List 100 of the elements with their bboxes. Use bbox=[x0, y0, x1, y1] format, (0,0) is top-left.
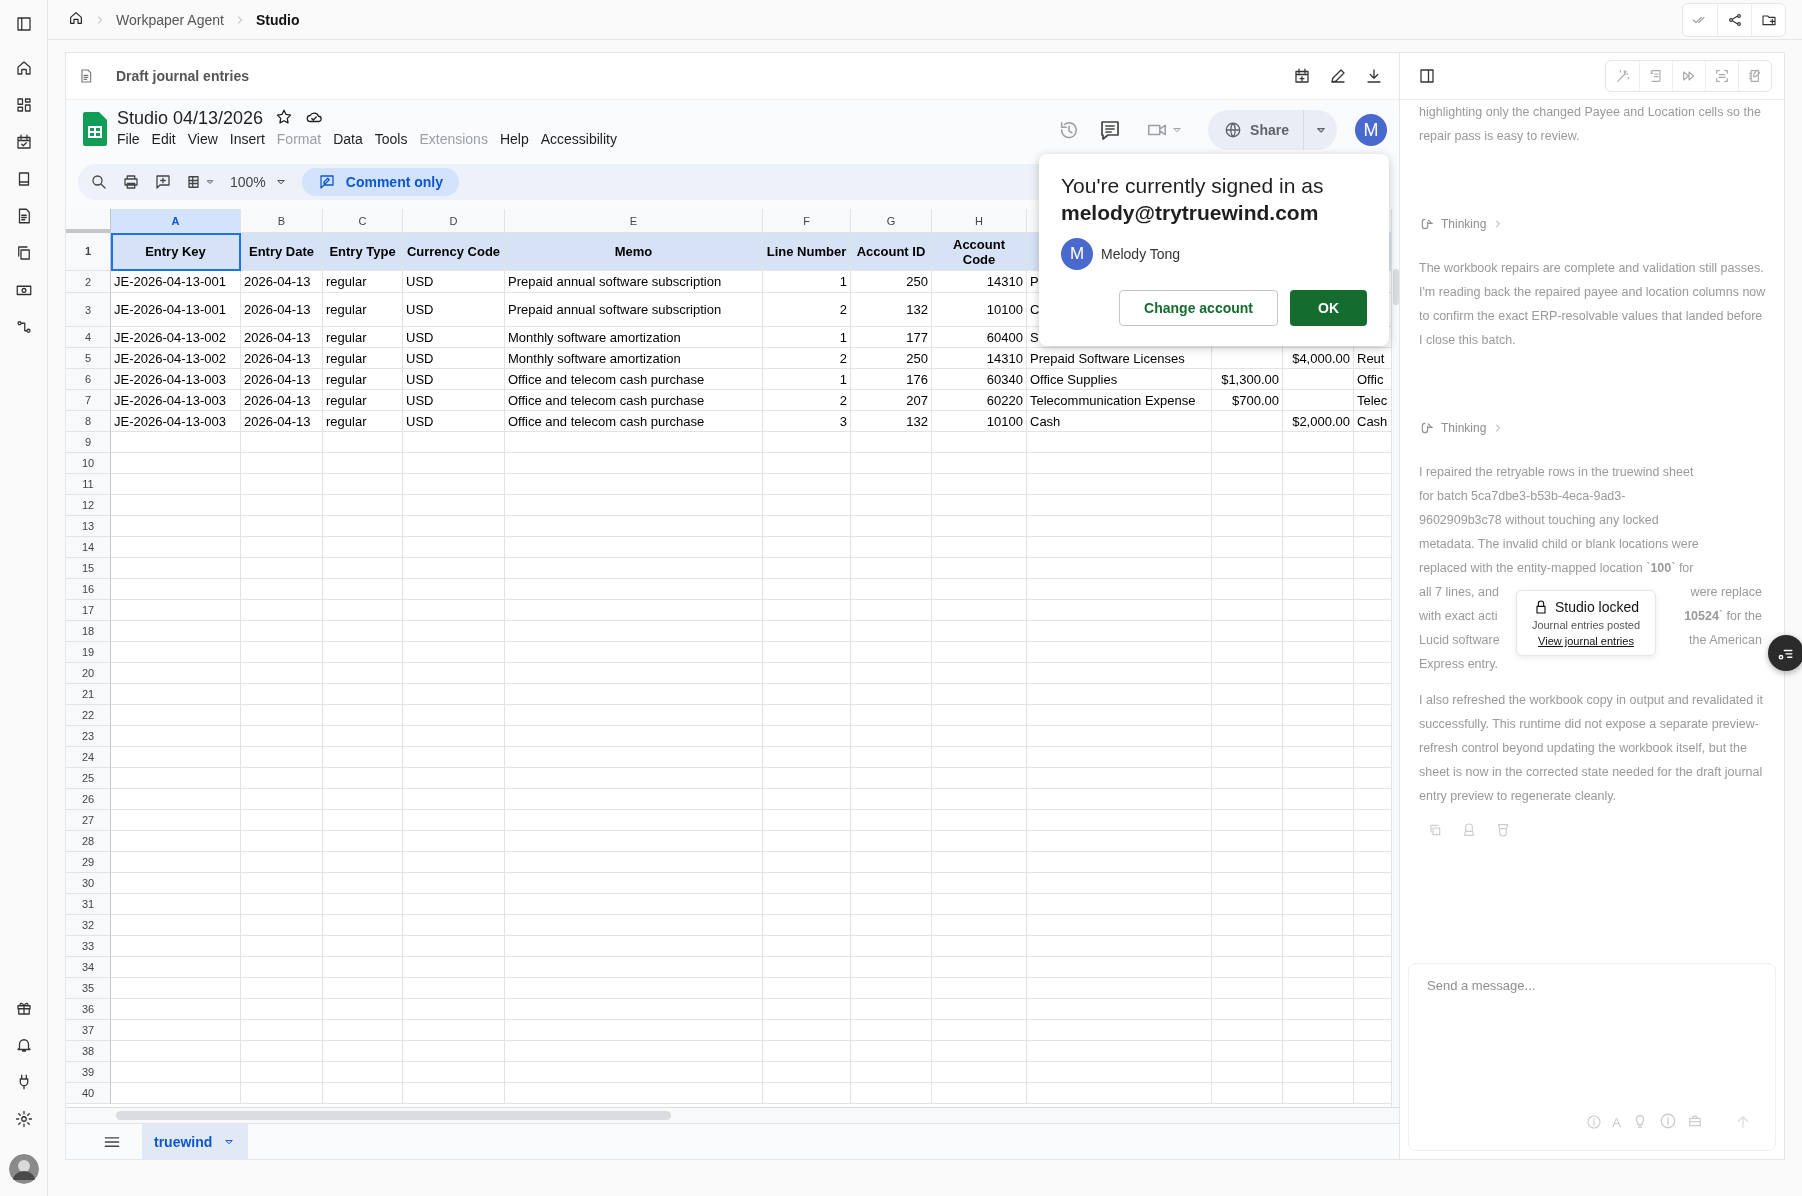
table-cell: 207 bbox=[851, 390, 932, 411]
table-cell bbox=[1212, 663, 1283, 684]
header-cell: Entry Date bbox=[241, 233, 323, 271]
table-cell: regular bbox=[323, 293, 403, 327]
row-number: 8 bbox=[66, 411, 111, 432]
table-cell: Prepaid Software Licenses bbox=[1027, 348, 1212, 369]
spreadsheet-title[interactable]: Studio 04/13/2026 bbox=[117, 108, 264, 129]
row-number: 36 bbox=[66, 999, 111, 1020]
column-header[interactable]: H bbox=[932, 209, 1027, 233]
row-number: 39 bbox=[66, 1062, 111, 1083]
menu-item[interactable]: Data bbox=[327, 129, 369, 149]
row-number: 18 bbox=[66, 621, 111, 642]
chat-message-line: metadata. The invalid child or blank locations were bbox=[1419, 536, 1699, 553]
table-cell: JE-2026-04-13-002 bbox=[111, 348, 241, 369]
chat-message-line: 9602909b3c78 without touching any locked bbox=[1419, 512, 1659, 529]
menu-item[interactable]: Edit bbox=[145, 129, 182, 149]
row-number: 4 bbox=[66, 327, 111, 348]
table-cell: Monthly software amortization bbox=[505, 348, 763, 369]
table-cell bbox=[1212, 1062, 1283, 1083]
table-cell bbox=[1283, 369, 1354, 390]
table-cell bbox=[1212, 810, 1283, 831]
row-number: 21 bbox=[66, 684, 111, 705]
change-account-button[interactable]: Change account bbox=[1119, 290, 1278, 326]
table-format-icon[interactable] bbox=[186, 173, 216, 191]
row-number: 22 bbox=[66, 705, 111, 726]
row-number: 27 bbox=[66, 810, 111, 831]
table-cell bbox=[1283, 579, 1354, 600]
menu-item[interactable]: View bbox=[181, 129, 224, 149]
table-cell bbox=[1212, 1041, 1283, 1062]
table-cell bbox=[1212, 873, 1283, 894]
table-cell bbox=[1212, 600, 1283, 621]
table-cell: 2 bbox=[763, 348, 851, 369]
table-cell bbox=[1283, 810, 1354, 831]
row-number: 10 bbox=[66, 453, 111, 474]
view-journal-entries-link[interactable]: View journal entries bbox=[1538, 635, 1634, 647]
ok-button[interactable]: OK bbox=[1290, 290, 1367, 326]
menu-item[interactable]: Help bbox=[493, 129, 535, 149]
vertical-scrollbar[interactable] bbox=[1391, 209, 1399, 1107]
table-cell bbox=[1283, 537, 1354, 558]
print-icon[interactable] bbox=[122, 173, 140, 191]
table-cell bbox=[1283, 852, 1354, 873]
menu-item[interactable]: Tools bbox=[368, 129, 414, 149]
search-icon[interactable] bbox=[90, 173, 108, 191]
chat-message-line: replaced with the entity-mapped location `100` for bbox=[1419, 560, 1694, 577]
table-cell: 2026-04-13 bbox=[241, 390, 323, 411]
table-cell bbox=[1212, 453, 1283, 474]
zoom-select[interactable]: 100% bbox=[230, 174, 288, 190]
table-cell bbox=[1283, 726, 1354, 747]
row-number: 30 bbox=[66, 873, 111, 894]
menu-item[interactable]: Insert bbox=[223, 129, 271, 149]
column-header[interactable]: B bbox=[241, 209, 323, 233]
chat-message-line: the American bbox=[1689, 632, 1762, 649]
menu-item[interactable]: File bbox=[111, 129, 146, 149]
horizontal-scrollbar[interactable] bbox=[66, 1107, 1399, 1123]
breadcrumb-link[interactable]: Studio bbox=[255, 11, 300, 28]
column-header[interactable]: C bbox=[323, 209, 403, 233]
table-cell: JE-2026-04-13-003 bbox=[111, 369, 241, 390]
table-cell: Cash bbox=[1027, 411, 1212, 432]
account-avatar[interactable]: M bbox=[1355, 114, 1387, 146]
table-cell: JE-2026-04-13-003 bbox=[111, 390, 241, 411]
share-button[interactable]: Share bbox=[1208, 110, 1337, 150]
header-cell: Line Number bbox=[763, 233, 851, 271]
row-number: 34 bbox=[66, 957, 111, 978]
column-header[interactable]: G bbox=[851, 209, 932, 233]
column-header[interactable]: F bbox=[763, 209, 851, 233]
table-cell bbox=[1212, 348, 1283, 369]
table-cell: 2026-04-13 bbox=[241, 348, 323, 369]
table-cell bbox=[1283, 705, 1354, 726]
column-header[interactable]: E bbox=[505, 209, 763, 233]
chat-message-line: Express entry. bbox=[1419, 656, 1498, 673]
column-header[interactable]: D bbox=[403, 209, 505, 233]
corner-cell[interactable] bbox=[66, 209, 111, 233]
table-cell bbox=[1212, 558, 1283, 579]
chat-message-line: for batch 5ca7dbe3-b53b-4eca-9ad3- bbox=[1419, 488, 1626, 505]
table-cell bbox=[1212, 537, 1283, 558]
table-cell bbox=[1283, 873, 1354, 894]
column-header[interactable]: A bbox=[111, 209, 241, 233]
floating-action-button[interactable] bbox=[1768, 635, 1802, 671]
row-number: 37 bbox=[66, 1020, 111, 1041]
table-cell: 2026-04-13 bbox=[241, 271, 323, 293]
table-cell bbox=[1212, 999, 1283, 1020]
mode-button[interactable]: Comment only bbox=[301, 168, 460, 196]
table-cell bbox=[1283, 390, 1354, 411]
user-avatar[interactable] bbox=[8, 1154, 39, 1184]
table-cell: regular bbox=[323, 390, 403, 411]
breadcrumb-link[interactable]: Workpaper Agent bbox=[116, 11, 224, 28]
header-cell: Entry Key bbox=[111, 233, 241, 271]
menu-item[interactable]: Accessibility bbox=[534, 129, 623, 149]
add-comment-icon[interactable] bbox=[154, 173, 172, 191]
row-number: 24 bbox=[66, 747, 111, 768]
sheet-tab[interactable]: truewind bbox=[142, 1123, 249, 1160]
chat-message: I also refreshed the workbook copy in output and revalidated it successfully. This runtime did not expose a separate preview-refresh control beyond updating the workbook itself, but the sheet is now in the corrected state needed for the draft journal entry preview to regenerate cleanly. bbox=[1419, 692, 1764, 805]
row-number: 25 bbox=[66, 768, 111, 789]
table-cell: Office and telecom cash purchase bbox=[505, 411, 763, 432]
table-cell bbox=[1212, 705, 1283, 726]
table-cell bbox=[1212, 894, 1283, 915]
table-cell bbox=[1212, 621, 1283, 642]
table-cell: JE-2026-04-13-001 bbox=[111, 293, 241, 327]
panel-toggle-icon[interactable] bbox=[1418, 67, 1436, 85]
table-cell: 60400 bbox=[932, 327, 1027, 348]
